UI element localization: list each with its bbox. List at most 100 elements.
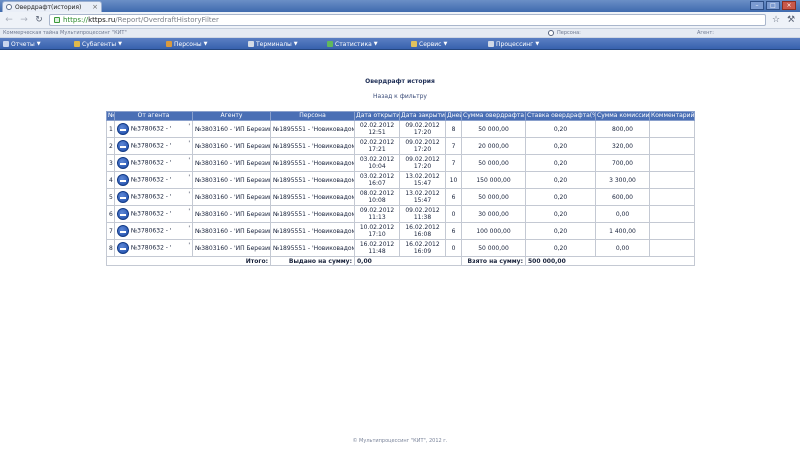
persona-cell: №1895551 - 'Новиковадом' [270, 205, 355, 223]
organization-notice: Коммерческая тайна Мультипроцессинг "КИТ… [3, 30, 127, 36]
from-agent-cell: №3780632 - ' ' [114, 120, 193, 138]
cancel-overdraft-icon[interactable] [117, 242, 129, 254]
close-time: 15:47 [413, 197, 432, 204]
chevron-down-icon: ▼ [443, 41, 448, 47]
menu-statistics[interactable]: Статистика ▼ [327, 39, 378, 49]
fee-sum-cell: 800,00 [595, 120, 650, 138]
overdraft-rate-cell: 0,20 [525, 171, 596, 189]
reports-icon [3, 41, 9, 47]
menu-reports[interactable]: Отчеты ▼ [3, 39, 41, 49]
menu-terminals[interactable]: Терминалы ▼ [248, 39, 298, 49]
minimize-button[interactable]: – [750, 1, 764, 10]
cancel-overdraft-icon[interactable] [117, 174, 129, 186]
close-window-button[interactable]: × [782, 1, 796, 10]
service-icon [411, 41, 417, 47]
days-cell: 6 [445, 222, 462, 240]
overdraft-rate-cell: 0,20 [525, 222, 596, 240]
open-date: 03.02.2012 [359, 156, 395, 163]
personas-icon [166, 41, 172, 47]
overdraft-sum-cell: 50 000,00 [461, 188, 526, 206]
fee-sum-cell: 320,00 [595, 137, 650, 155]
column-header: Ставка овердрафта(%) [525, 111, 596, 121]
forward-arrow-icon[interactable]: → [19, 15, 29, 25]
back-arrow-icon[interactable]: ← [4, 15, 14, 25]
close-date-cell: 09.02.2012 17:20 [399, 120, 446, 138]
table-row: 6 №3780632 - ' ' №3803160 - 'ИП Березин' №1… [106, 205, 695, 223]
open-time: 16:07 [368, 180, 386, 187]
table-row: 3 №3780632 - ' ' №3803160 - 'ИП Березин' №1… [106, 154, 695, 172]
overdraft-rate-cell: 0,20 [525, 188, 596, 206]
cancel-overdraft-icon[interactable] [117, 157, 129, 169]
comment-cell [649, 171, 695, 189]
persona-indicator: Персона: [548, 30, 581, 36]
close-date-cell: 13.02.2012 15:47 [399, 188, 446, 206]
persona-cell: №1895551 - 'Новиковадом' [270, 120, 355, 138]
to-agent-cell: №3803160 - 'ИП Березин' [192, 222, 271, 240]
address-bar[interactable]: https://kttps.ru/Report/OverdraftHistory… [49, 14, 766, 26]
tab-title: Овердрафт(история) [15, 3, 82, 11]
from-agent-tail: ' [188, 191, 190, 198]
back-to-filter-link[interactable]: Назад к фильтру [0, 93, 800, 100]
close-date-cell: 16.02.2012 16:09 [399, 239, 446, 257]
cancel-overdraft-icon[interactable] [117, 225, 129, 237]
to-agent-cell: №3803160 - 'ИП Березин' [192, 205, 271, 223]
menu-processing[interactable]: Процессинг ▼ [488, 39, 539, 49]
browser-titlebar: Овердрафт(история) × – □ × [0, 0, 800, 12]
close-date-cell: 09.02.2012 11:38 [399, 205, 446, 223]
chevron-down-icon: ▼ [535, 41, 540, 47]
open-time: 11:13 [368, 214, 386, 221]
browser-tab[interactable]: Овердрафт(история) × [2, 1, 102, 12]
bookmark-star-icon[interactable]: ☆ [771, 15, 781, 25]
from-agent-value: №3780632 - ' [130, 193, 172, 201]
open-date-cell: 03.02.2012 16:07 [354, 171, 400, 189]
comment-cell [649, 205, 695, 223]
column-header: Дата открытия [354, 111, 400, 121]
from-agent-cell: №3780632 - ' ' [114, 137, 193, 155]
open-date: 16.02.2012 [359, 241, 395, 248]
open-date-cell: 02.02.2012 12:51 [354, 120, 400, 138]
overdraft-sum-cell: 50 000,00 [461, 154, 526, 172]
chevron-down-icon: ▼ [203, 41, 208, 47]
tab-close-icon[interactable]: × [92, 3, 98, 11]
gear-icon[interactable] [548, 30, 554, 36]
persona-cell: №1895551 - 'Новиковадом' [270, 137, 355, 155]
close-date: 09.02.2012 [405, 156, 440, 163]
open-date: 02.02.2012 [359, 139, 395, 146]
close-date-cell: 13.02.2012 15:47 [399, 171, 446, 189]
issued-sum-value: 0,00 [354, 256, 462, 266]
menu-personas[interactable]: Персоны ▼ [166, 39, 208, 49]
close-time: 16:09 [413, 248, 432, 255]
row-number: 4 [106, 171, 115, 189]
from-agent-cell: №3780632 - ' ' [114, 239, 193, 257]
cancel-overdraft-icon[interactable] [117, 208, 129, 220]
cancel-overdraft-icon[interactable] [117, 140, 129, 152]
menu-subagents[interactable]: Субагенты ▼ [74, 39, 122, 49]
from-agent-cell: №3780632 - ' ' [114, 154, 193, 172]
open-date: 09.02.2012 [359, 207, 395, 214]
wrench-menu-icon[interactable]: ⚒ [786, 15, 796, 25]
row-number: 5 [106, 188, 115, 206]
column-header: Агенту [192, 111, 271, 121]
overdraft-rate-cell: 0,20 [525, 205, 596, 223]
chevron-down-icon: ▼ [373, 41, 378, 47]
browser-toolbar: ← → ↻ https://kttps.ru/Report/OverdraftH… [0, 12, 800, 29]
cancel-overdraft-icon[interactable] [117, 191, 129, 203]
from-agent-cell: №3780632 - ' ' [114, 188, 193, 206]
from-agent-value: №3780632 - ' [130, 227, 172, 235]
column-header: Персона [270, 111, 355, 121]
close-time: 17:20 [413, 146, 432, 153]
cancel-overdraft-icon[interactable] [117, 123, 129, 135]
terminals-icon [248, 41, 254, 47]
fee-sum-cell: 0,00 [595, 205, 650, 223]
open-date: 02.02.2012 [359, 122, 395, 129]
menu-service[interactable]: Сервис ▼ [411, 39, 447, 49]
row-number: 7 [106, 222, 115, 240]
maximize-button[interactable]: □ [766, 1, 780, 10]
reload-icon[interactable]: ↻ [34, 15, 44, 25]
subagents-icon [74, 41, 80, 47]
open-time: 11:48 [368, 248, 386, 255]
chevron-down-icon: ▼ [36, 41, 41, 47]
overdraft-rate-cell: 0,20 [525, 120, 596, 138]
chevron-down-icon: ▼ [293, 41, 298, 47]
menu-label: Сервис [419, 40, 442, 48]
